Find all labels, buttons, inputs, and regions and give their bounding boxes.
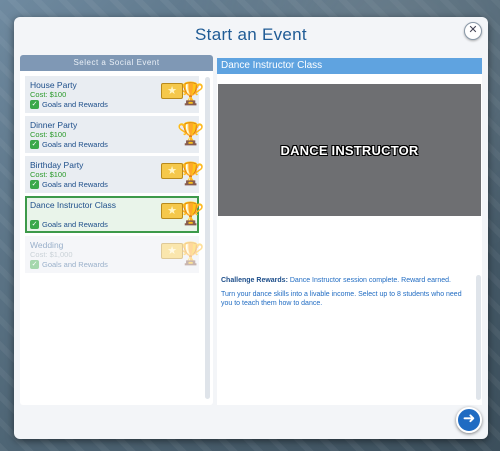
goals-label: Goals and Rewards [42,180,108,189]
event-details-header: Dance Instructor Class [217,58,482,74]
arrow-right-icon[interactable]: ➜ [456,407,482,433]
trophy-icon: 🏆 [177,121,205,146]
close-icon[interactable]: ✕ [464,22,482,40]
dialog-title: Start an Event [195,25,307,44]
star-icon: ★ [161,243,183,259]
event-item-wedding: Wedding Cost: $1,000 ✓ Goals and Rewards… [25,236,204,273]
description-text: Turn your dance skills into a livable in… [221,291,462,307]
challenge-label: Challenge Rewards: [221,277,288,284]
challenge-rewards: Challenge Rewards: Dance Instructor sess… [221,276,471,285]
star-icon: ★ [161,83,183,99]
details-scrollbar[interactable] [476,275,481,400]
reward-indicator: 🏆 ★ [159,199,204,230]
event-preview-image: DANCE INSTRUCTOR [218,84,481,216]
goals-label: Goals and Rewards [42,220,108,229]
goals-label: Goals and Rewards [42,260,108,269]
event-item-dance-instructor-class[interactable]: Dance Instructor Class ✓ Goals and Rewar… [25,196,204,233]
start-event-dialog: Start an Event ✕ Select a Social Event H… [14,17,488,439]
reward-indicator: 🏆 ★ [159,159,204,190]
checkmark-icon: ✓ [30,220,39,229]
event-list-scrollbar[interactable] [205,77,210,399]
checkmark-icon: ✓ [30,140,39,149]
event-list-panel: Select a Social Event House Party Cost: … [20,55,213,405]
event-list: House Party Cost: $100 ✓ Goals and Rewar… [25,76,205,276]
checkmark-icon: ✓ [30,100,39,109]
challenge-text: Dance Instructor session complete. Rewar… [289,277,451,284]
reward-indicator: 🏆 [159,119,205,150]
event-item-dinner-party[interactable]: Dinner Party Cost: $100 ✓ Goals and Rewa… [25,116,205,153]
star-icon: ★ [161,163,183,179]
reward-indicator: 🏆 ★ [159,79,204,110]
event-item-house-party[interactable]: House Party Cost: $100 ✓ Goals and Rewar… [25,76,204,113]
goals-label: Goals and Rewards [42,100,108,109]
checkmark-icon: ✓ [30,180,39,189]
reward-indicator: 🏆 ★ [159,239,204,270]
event-item-birthday-party[interactable]: Birthday Party Cost: $100 ✓ Goals and Re… [25,156,204,193]
event-description: Challenge Rewards: Dance Instructor sess… [221,276,471,313]
event-details-panel: Dance Instructor Class DANCE INSTRUCTOR … [217,58,482,405]
goals-label: Goals and Rewards [42,140,108,149]
checkmark-icon: ✓ [30,260,39,269]
star-icon: ★ [161,203,183,219]
event-list-header: Select a Social Event [20,55,213,71]
